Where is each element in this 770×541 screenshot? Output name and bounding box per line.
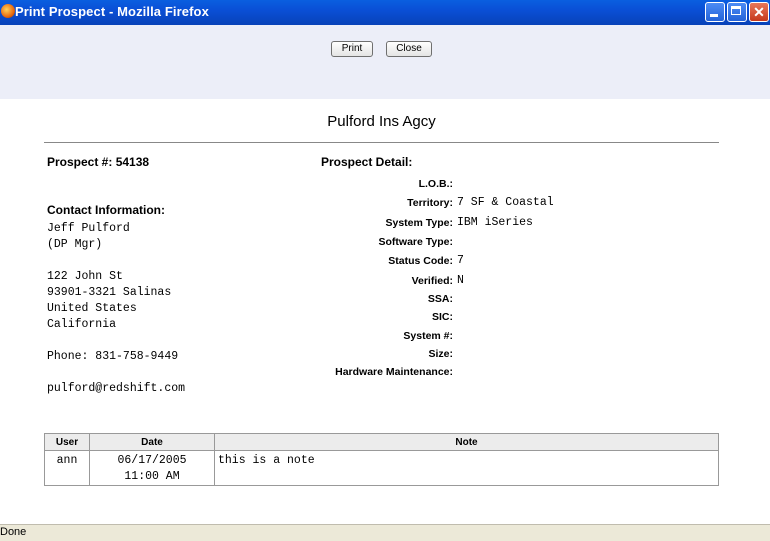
status-text: Done xyxy=(0,526,27,538)
detail-label-status-code: Status Code: xyxy=(388,255,453,267)
address-line-4: California xyxy=(47,318,117,331)
note-user: ann xyxy=(44,450,90,486)
address-line-3: United States xyxy=(47,302,137,315)
window-title: Print Prospect - Mozilla Firefox xyxy=(15,4,209,19)
address-line-2: 93901-3321 Salinas xyxy=(47,286,172,299)
detail-label-hardware-maintenance: Hardware Maintenance: xyxy=(335,366,453,378)
detail-heading: Prospect Detail: xyxy=(321,155,413,169)
contact-name: Jeff Pulford xyxy=(47,222,130,235)
column-header-note: Note xyxy=(214,433,719,451)
detail-label-territory: Territory: xyxy=(407,197,453,209)
phone-number: Phone: 831-758-9449 xyxy=(47,350,179,363)
status-bar: Done xyxy=(0,524,770,541)
page-title: Pulford Ins Agcy xyxy=(327,113,436,130)
note-date-time: 11:00 AM xyxy=(124,470,180,483)
detail-label-verified: Verified: xyxy=(411,275,453,287)
detail-value-territory: 7 SF & Coastal xyxy=(457,196,554,209)
prospect-number: Prospect #: 54138 xyxy=(47,155,150,169)
detail-value-status-code: 7 xyxy=(457,254,464,267)
column-header-date: Date xyxy=(89,433,215,451)
detail-label-size: Size: xyxy=(428,348,453,360)
detail-value-system-type: IBM iSeries xyxy=(457,216,533,229)
detail-value-verified: N xyxy=(457,274,464,287)
minimize-button[interactable] xyxy=(705,2,725,22)
print-toolbar: Print Close xyxy=(0,25,770,99)
divider xyxy=(44,142,719,143)
close-window-button[interactable]: ✕ xyxy=(749,2,769,22)
detail-label-system-number: System #: xyxy=(403,330,453,342)
notes-table: User Date Note ann 06/17/2005 11:00 AM th… xyxy=(44,433,719,486)
title-bar: Print Prospect - Mozilla Firefox ✕ xyxy=(0,0,770,25)
contact-title: (DP Mgr) xyxy=(47,238,103,251)
close-button[interactable]: Close xyxy=(386,41,432,57)
maximize-button[interactable] xyxy=(727,2,747,22)
note-date: 06/17/2005 11:00 AM xyxy=(89,450,215,486)
table-row: ann 06/17/2005 11:00 AM this is a note xyxy=(44,450,719,486)
column-header-user: User xyxy=(44,433,90,451)
detail-label-sic: SIC: xyxy=(432,311,453,323)
firefox-icon xyxy=(1,4,15,18)
note-text: this is a note xyxy=(214,450,719,486)
note-date-day: 06/17/2005 xyxy=(117,454,187,467)
detail-label-lob: L.O.B.: xyxy=(418,178,453,190)
email-address: pulford@redshift.com xyxy=(47,382,186,395)
notes-header-row: User Date Note xyxy=(44,433,719,451)
close-icon: ✕ xyxy=(753,4,765,20)
print-button[interactable]: Print xyxy=(331,41,373,57)
contact-heading: Contact Information: xyxy=(47,203,165,217)
detail-label-system-type: System Type: xyxy=(385,217,454,229)
detail-label-software-type: Software Type: xyxy=(378,236,453,248)
detail-label-ssa: SSA: xyxy=(427,293,453,305)
address-line-1: 122 John St xyxy=(47,270,123,283)
